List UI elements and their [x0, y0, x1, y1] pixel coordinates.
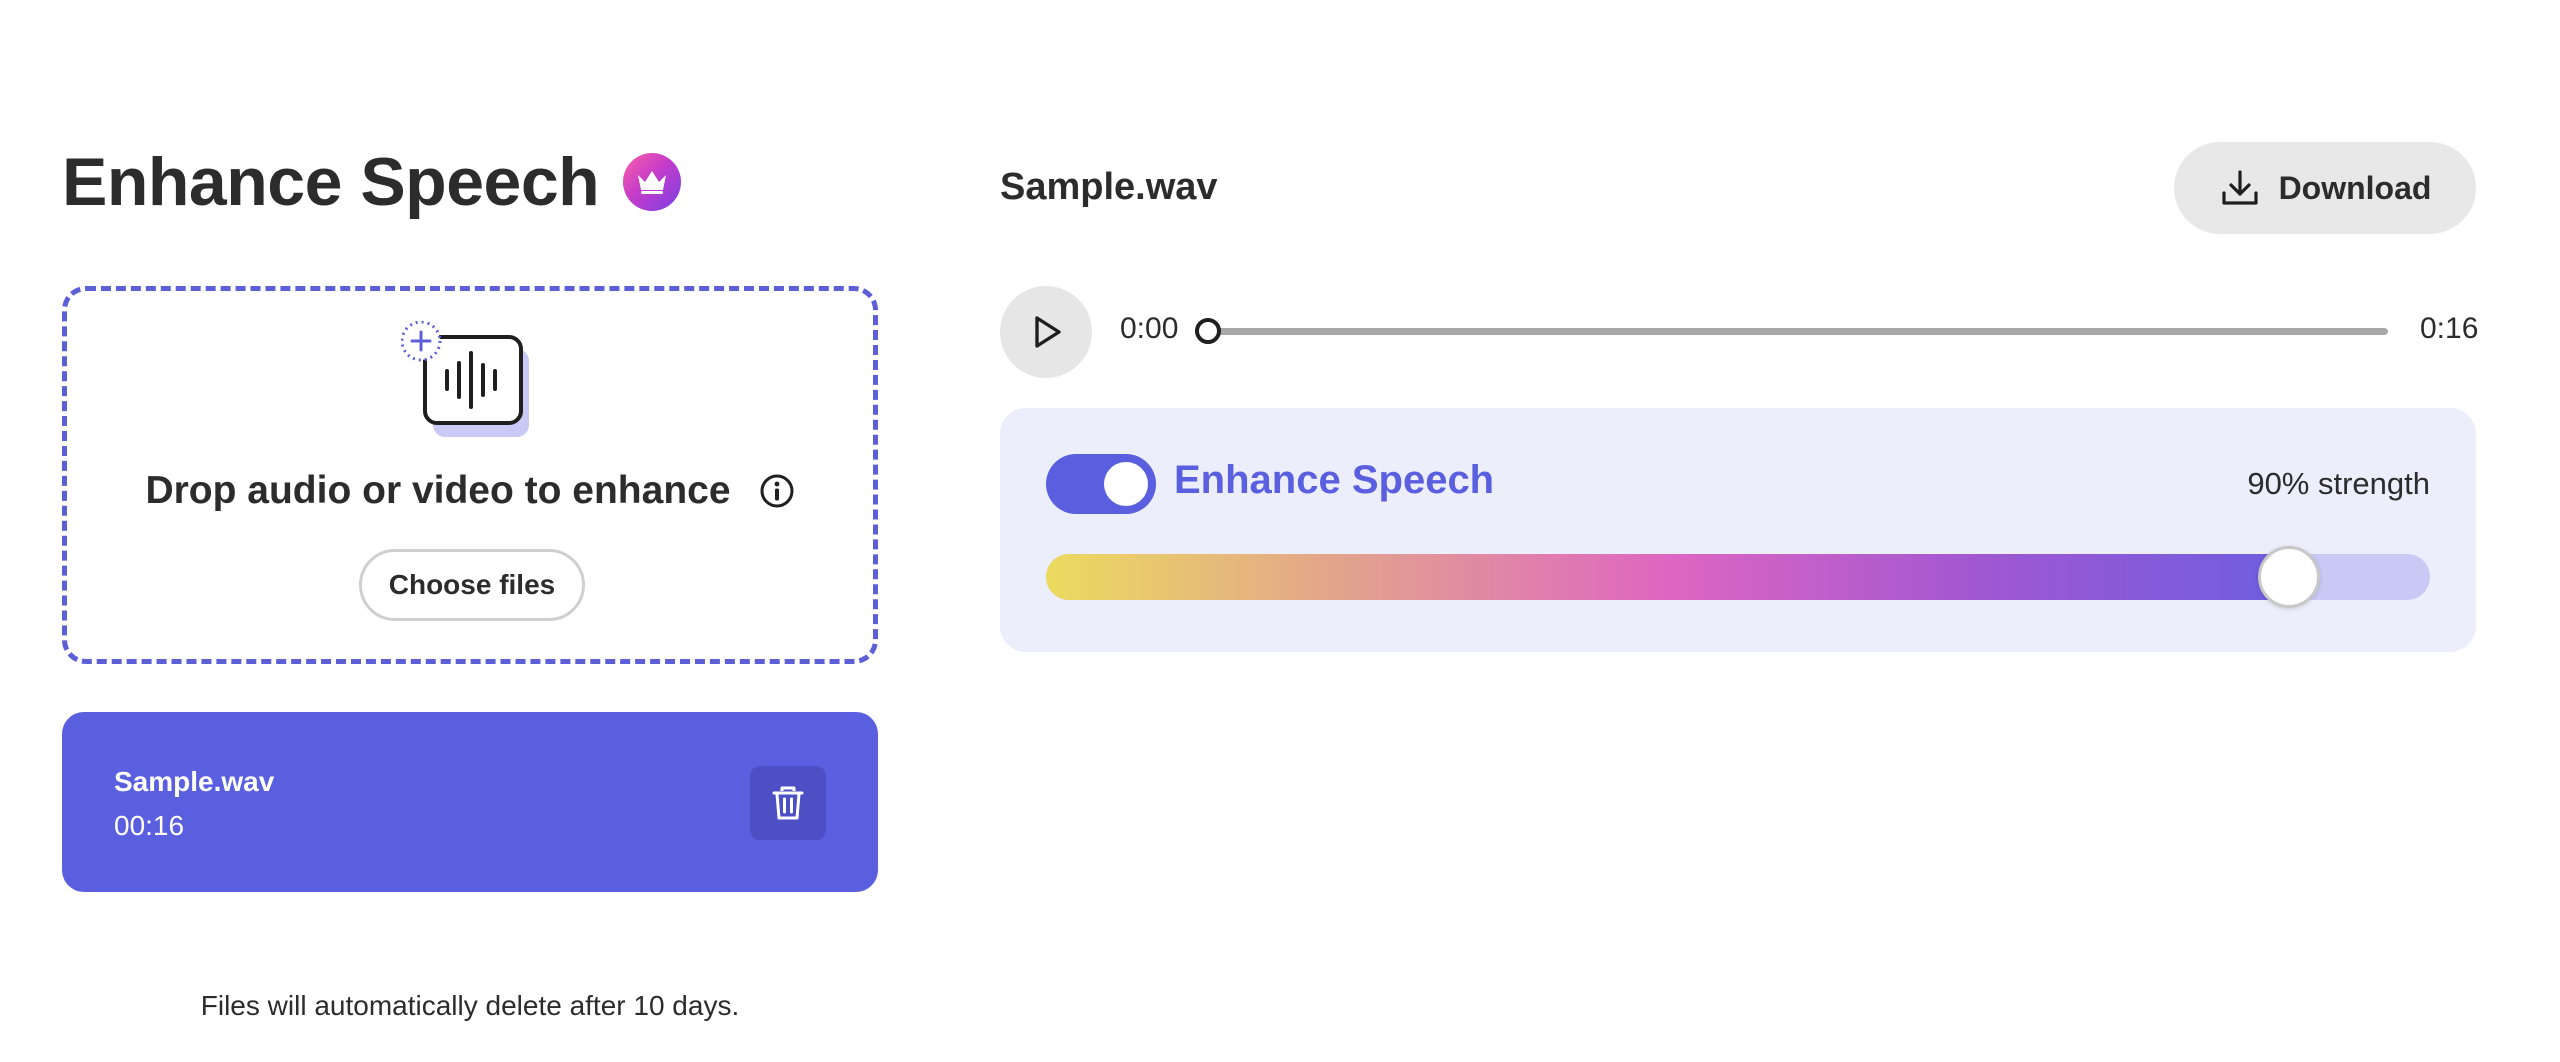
- download-button[interactable]: Download: [2174, 142, 2476, 234]
- playback-scrubber[interactable]: [1195, 318, 2388, 344]
- enhance-panel: Enhance Speech 90% strength: [1000, 408, 2476, 652]
- strength-handle[interactable]: [2257, 546, 2320, 608]
- auto-delete-note: Files will automatically delete after 10…: [200, 990, 740, 1021]
- toggle-knob: [1104, 462, 1148, 506]
- info-icon[interactable]: [759, 473, 795, 509]
- file-duration: 00:16: [114, 810, 185, 841]
- download-label: Download: [2278, 169, 2432, 206]
- file-name: Sample.wav: [114, 766, 275, 797]
- enhance-toggle[interactable]: [1046, 454, 1156, 514]
- enhance-label: Enhance Speech: [1174, 458, 1495, 502]
- title-row: Enhance Speech: [62, 144, 682, 220]
- download-icon: [2221, 170, 2258, 205]
- play-button[interactable]: [1000, 286, 1092, 378]
- dropzone[interactable]: Drop audio or video to enhance Choose fi…: [62, 286, 878, 664]
- audio-file-icon: [400, 320, 551, 441]
- dropzone-title-row: Drop audio or video to enhance: [67, 469, 873, 513]
- choose-files-button[interactable]: Choose files: [359, 549, 585, 621]
- strength-label: 90% strength: [2247, 466, 2430, 501]
- file-list-item[interactable]: Sample.wav 00:16: [62, 712, 878, 892]
- strength-fill: [1046, 554, 2292, 600]
- crown-icon: [623, 153, 682, 211]
- dropzone-title: Drop audio or video to enhance: [145, 469, 731, 512]
- strength-slider[interactable]: [1046, 546, 2430, 608]
- trash-icon: [772, 786, 804, 820]
- total-time: 0:16: [2420, 312, 2479, 345]
- playback-handle[interactable]: [1195, 318, 1221, 344]
- delete-button[interactable]: [750, 766, 826, 840]
- player-file-title: Sample.wav: [1000, 166, 1218, 208]
- play-icon: [1035, 316, 1061, 348]
- current-time: 0:00: [1120, 312, 1179, 345]
- page-title: Enhance Speech: [62, 144, 600, 220]
